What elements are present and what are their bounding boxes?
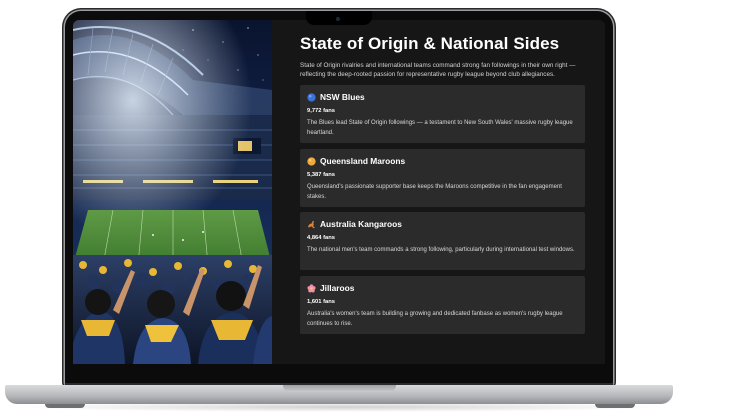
orange-circle-icon [307,156,316,166]
card-header: Queensland Maroons [307,156,405,166]
fan-count: 9,772 fans [307,108,336,114]
team-card-australia-kangaroos: Australia Kangaroos 4,864 fans The natio… [300,212,585,270]
laptop-opening-groove [283,385,396,392]
laptop-foot-left [45,404,85,408]
fan-count: 5,387 fans [307,172,336,178]
page-title: State of Origin & National Sides [300,34,560,53]
fan-count: 4,864 fans [307,235,336,241]
flower-icon [307,283,316,292]
team-description: Queensland's passionate supporter base k… [307,184,562,200]
laptop-screen: State of Origin & National Sides State o… [73,20,605,364]
team-card-queensland-maroons: Queensland Maroons 5,387 fans Queensland… [300,149,585,207]
team-card-jillaroos: Jillaroos 1,601 fans Australia's women's… [300,276,585,334]
team-description: The Blues lead State of Origin following… [307,120,573,136]
content-panel: State of Origin & National Sides State o… [300,20,590,364]
fan-count: 1,601 fans [307,299,336,305]
stadium-hero-image [73,20,272,364]
laptop-foot-right [595,404,635,408]
card-header: Australia Kangaroos [307,219,402,229]
webcam-icon [336,17,340,21]
team-description: The national men's team commands a stron… [307,247,575,253]
team-description: Australia's women's team is building a g… [307,311,563,327]
kangaroo-icon [307,220,316,228]
page-intro: State of Origin rivalries and internatio… [300,62,576,78]
team-card-nsw-blues: NSW Blues 9,772 fans The Blues lead Stat… [300,85,585,143]
card-header: NSW Blues [307,92,365,102]
card-header: Jillaroos [307,283,354,293]
team-name: Jillaroos [320,283,355,293]
team-name: Australia Kangaroos [320,219,402,229]
blue-circle-icon [307,92,316,102]
team-name: NSW Blues [320,92,365,102]
team-name: Queensland Maroons [320,156,406,166]
